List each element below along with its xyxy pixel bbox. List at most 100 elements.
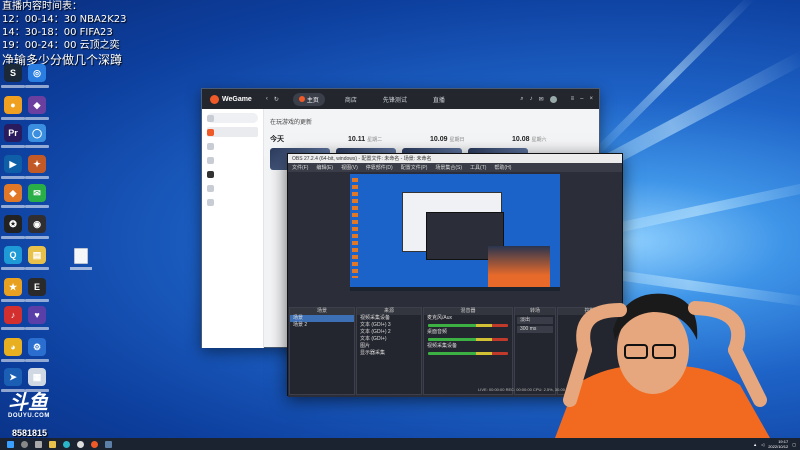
source-item[interactable]: 视频采集设备 [357, 315, 421, 322]
mixer-channel-label: 视频采集设备 [427, 343, 458, 349]
mail-icon[interactable]: ✉ [539, 96, 544, 103]
search-icon[interactable] [21, 440, 28, 448]
app-icon[interactable]: ● [4, 96, 22, 114]
mixer-channel-label: 麦克风/Aux [427, 315, 453, 321]
menu-help[interactable]: 帮助(H) [494, 164, 511, 171]
steam-icon[interactable]: S [4, 64, 22, 82]
game-icon [207, 156, 214, 164]
desktop-icon-label [25, 359, 49, 362]
mic-icon[interactable]: ♪ [530, 96, 533, 102]
volume-icon[interactable]: ◁ [761, 442, 764, 447]
desktop-icon-label [25, 85, 49, 88]
media-icon[interactable]: ▶ [4, 155, 22, 173]
volume-meter[interactable] [428, 324, 508, 327]
sidebar-item-2[interactable] [207, 141, 258, 151]
obs-taskbar-icon[interactable] [77, 440, 84, 448]
sidebar-item-3[interactable] [207, 155, 258, 165]
search-icon [207, 114, 214, 122]
steam-taskbar-icon[interactable] [105, 440, 112, 448]
tool-icon[interactable]: ✦ [28, 155, 46, 173]
edge-icon[interactable] [63, 440, 70, 448]
wechat-icon[interactable]: ✉ [28, 184, 46, 202]
arrow-app-icon[interactable]: ➤ [4, 368, 22, 386]
qq-icon[interactable]: Q [4, 246, 22, 264]
search-icon[interactable]: ⌕ [520, 96, 523, 103]
source-item[interactable]: 文本 (GDI+) 3 [357, 322, 421, 329]
mixer-channel-label: 桌面音频 [427, 329, 448, 335]
scene-item[interactable]: 场景 2 [290, 322, 354, 329]
premiere-icon[interactable]: Pr [4, 124, 22, 142]
purple-app-icon[interactable]: ♥ [28, 306, 46, 324]
wegame-taskbar-icon[interactable] [91, 440, 98, 448]
desktop-icon-label [25, 117, 49, 120]
game-icon [207, 142, 214, 150]
menu-file[interactable]: 文件(F) [292, 164, 308, 171]
tab-home[interactable]: 主页 [292, 92, 325, 106]
scenes-header: 场景 [290, 308, 354, 315]
menu-tools[interactable]: 工具(T) [470, 164, 486, 171]
obs-preview[interactable] [350, 174, 560, 291]
desktop-icon-label [1, 145, 25, 148]
obs-menubar: 文件(F) 编辑(E) 视图(V) 停靠部件(D) 配置文件(P) 场景集合(S… [288, 163, 622, 172]
volume-meter[interactable] [428, 338, 508, 341]
game2-icon[interactable]: ✪ [4, 215, 22, 233]
sidebar-search[interactable] [207, 113, 258, 123]
obs-icon[interactable]: ◉ [28, 215, 46, 233]
minimize-icon[interactable]: – [580, 96, 583, 102]
epic-icon[interactable]: E [28, 278, 46, 296]
network-icon[interactable]: ▲ [753, 442, 757, 447]
menu-scene-collection[interactable]: 场景集合(S) [435, 164, 462, 171]
viewer-count: 8581815 [12, 428, 48, 438]
date-1009: 10.09 星期日 [430, 136, 465, 143]
desktop-icon-label [1, 299, 25, 302]
scenes-panel: 场景 场景 场景 2 [289, 307, 355, 395]
doc-app-icon[interactable]: ▦ [28, 368, 46, 386]
desktop: 直播内容时间表： 12：00-14：30 NBA2K23 14：30-18：00… [0, 0, 800, 438]
menu-docks[interactable]: 停靠部件(D) [366, 164, 393, 171]
home-icon [298, 96, 305, 102]
desktop-file-icon[interactable] [74, 248, 88, 264]
notification-icon[interactable]: ▢ [792, 442, 796, 447]
menu-view[interactable]: 视图(V) [341, 164, 358, 171]
close-icon[interactable]: × [589, 96, 593, 102]
task-view-icon[interactable] [35, 440, 42, 448]
mixer-panel: 混音器 麦克风/Aux 桌面音频 视频采集设备 [423, 307, 513, 395]
sidebar-item-4[interactable] [207, 169, 258, 179]
game-icon[interactable]: ◆ [28, 96, 46, 114]
netease-icon[interactable]: ♪ [4, 306, 22, 324]
volume-meter[interactable] [428, 352, 508, 355]
scene-item[interactable]: 场景 [290, 315, 354, 322]
sidebar-item-5[interactable] [207, 183, 258, 193]
douyu-logo: 斗鱼 DOUYU.COM [8, 392, 50, 419]
tab-store[interactable]: 商店 [339, 93, 363, 106]
back-icon[interactable]: ‹ [266, 96, 268, 102]
source-item[interactable]: 图片 [357, 343, 421, 350]
sidebar-item-6[interactable] [207, 197, 258, 207]
sidebar-item-1[interactable] [207, 127, 258, 137]
menu-profile[interactable]: 配置文件(P) [401, 164, 428, 171]
orange-app-icon[interactable]: ◆ [4, 184, 22, 202]
explorer-icon[interactable] [49, 440, 56, 448]
clock[interactable]: 19:17 2022/10/12 [768, 439, 788, 449]
update-dates: 今天 10.11 星期二 10.09 星期日 10.08 星期六 [270, 134, 595, 144]
refresh-icon[interactable]: ↻ [274, 96, 279, 103]
wegame-titlebar: WeGame ‹ ↻ 主页 商店 先锋测试 直播 ⌕ ♪ ✉ ≡ – × [202, 89, 599, 109]
preview-webcam [488, 246, 550, 288]
game-icon [207, 184, 214, 192]
menu-edit[interactable]: 编辑(E) [316, 164, 333, 171]
windows-start-icon[interactable] [7, 440, 14, 448]
gear-app-icon[interactable]: ⚙ [28, 338, 46, 356]
yellow-app-icon[interactable]: ★ [4, 278, 22, 296]
desktop-icon-label [1, 327, 25, 330]
source-item[interactable]: 显示器采集 [357, 350, 421, 357]
source-item[interactable]: 文本 (GDI+) [357, 336, 421, 343]
browser-icon[interactable]: ◎ [28, 64, 46, 82]
folder-icon[interactable]: ▤ [28, 246, 46, 264]
search-app-icon[interactable]: ◯ [28, 124, 46, 142]
tab-live[interactable]: 直播 [427, 93, 451, 106]
tab-beta[interactable]: 先锋测试 [377, 93, 413, 106]
menu-icon[interactable]: ≡ [571, 96, 575, 102]
source-item[interactable]: 文本 (GDI+) 2 [357, 329, 421, 336]
avatar[interactable] [549, 95, 557, 103]
chrome-icon[interactable]: ◕ [4, 338, 22, 356]
